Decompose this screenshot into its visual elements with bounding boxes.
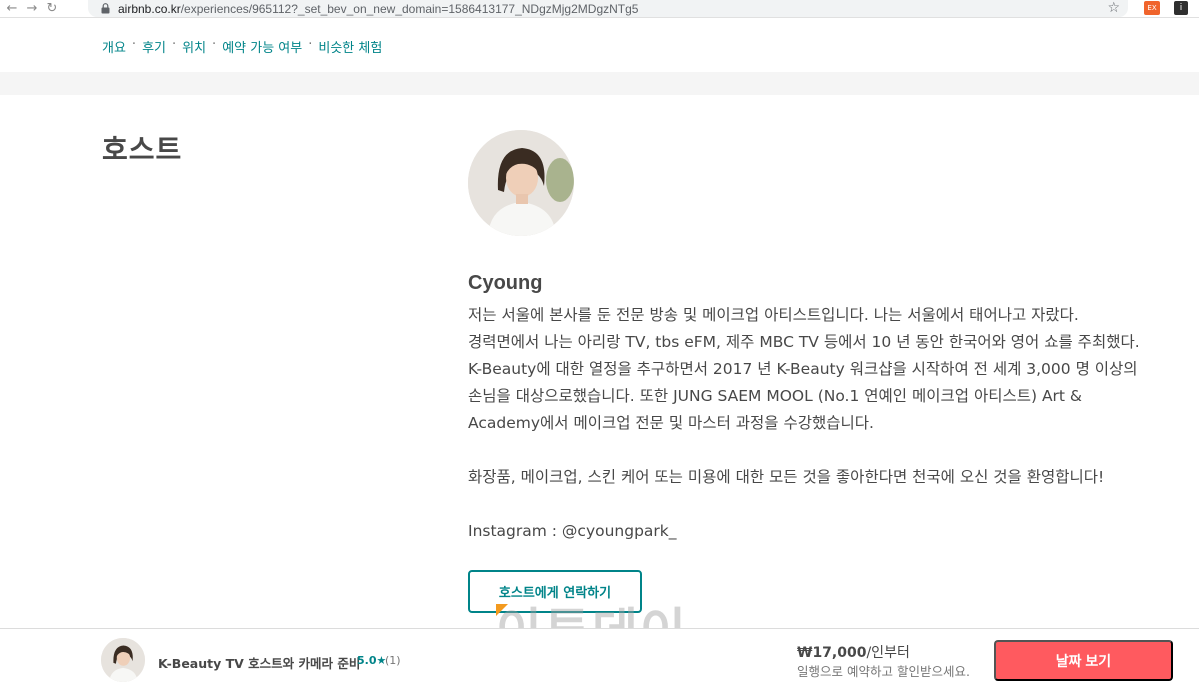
nav-separator: ·	[131, 37, 137, 52]
browser-toolbar: ← → ↻ airbnb.co.kr/experiences/965112?_s…	[0, 0, 1199, 18]
address-bar[interactable]: airbnb.co.kr/experiences/965112?_set_bev…	[88, 0, 1128, 17]
nav-link-location[interactable]: 위치	[182, 37, 206, 56]
review-count: (1)	[385, 654, 401, 667]
lock-icon	[96, 3, 114, 14]
nav-separator: ·	[212, 37, 217, 52]
nav-separator: ·	[171, 37, 177, 52]
nav-link-overview[interactable]: 개요	[102, 37, 126, 56]
bookmark-star-icon[interactable]: ☆	[1107, 0, 1120, 17]
forward-arrow-icon[interactable]: →	[22, 0, 42, 18]
nav-link-availability[interactable]: 예약 가능 여부	[222, 37, 302, 56]
host-section-title: 호스트	[102, 133, 183, 166]
section-nav: 개요 · 후기 · 위치 · 예약 가능 여부 · 비슷한 체험	[102, 37, 382, 56]
back-arrow-icon[interactable]: ←	[2, 0, 22, 18]
see-dates-button[interactable]: 날짜 보기	[994, 640, 1173, 681]
experience-thumbnail	[101, 638, 145, 682]
group-discount-note: 일행으로 예약하고 할인받으세요.	[797, 664, 970, 679]
bio-line: 경력면에서 나는 아리랑 TV, tbs eFM, 제주 MBC TV 등에서 …	[468, 333, 1140, 351]
rating: 5.0★	[357, 654, 387, 667]
url-domain: airbnb.co.kr	[118, 1, 181, 16]
experience-title: K-Beauty TV 호스트와 카메라 준비	[158, 656, 361, 671]
host-name: Cyoung	[468, 272, 543, 294]
booking-bar: K-Beauty TV 호스트와 카메라 준비 5.0★ (1) ₩17,000…	[0, 628, 1199, 685]
host-avatar[interactable]	[468, 130, 574, 236]
bio-line: K-Beauty에 대한 열정을 추구하면서 2017 년 K-Beauty 워…	[468, 360, 1138, 378]
host-bio: 저는 서울에 본사를 둔 전문 방송 및 메이크업 아티스트입니다. 나는 서울…	[468, 302, 1178, 545]
bio-line: 저는 서울에 본사를 둔 전문 방송 및 메이크업 아티스트입니다. 나는 서울…	[468, 306, 1079, 324]
price-amount: ₩17,000	[797, 645, 867, 661]
section-divider	[0, 72, 1199, 95]
bio-line: Academy에서 메이크업 전문 및 마스터 과정을 수강했습니다.	[468, 414, 874, 432]
url-text: airbnb.co.kr/experiences/965112?_set_bev…	[118, 2, 638, 16]
instagram-handle: Instagram : @cyoungpark_	[468, 522, 677, 540]
price-unit: /인부터	[866, 645, 910, 661]
extension-info-icon[interactable]: i	[1174, 1, 1188, 15]
nav-separator: ·	[308, 37, 313, 52]
url-path: /experiences/965112?_set_bev_on_new_doma…	[180, 1, 639, 16]
nav-link-reviews[interactable]: 후기	[142, 37, 166, 56]
nav-link-similar[interactable]: 비슷한 체험	[318, 37, 382, 56]
reload-icon[interactable]: ↻	[42, 0, 62, 18]
bio-line: 손님을 대상으로했습니다. 또한 JUNG SAEM MOOL (No.1 연예…	[468, 387, 1083, 405]
bio-paragraph-2: 화장품, 메이크업, 스킨 케어 또는 미용에 대한 모든 것을 좋아한다면 천…	[468, 468, 1105, 486]
price: ₩17,000/인부터	[797, 642, 910, 662]
extension-ex-icon[interactable]: EX	[1144, 1, 1160, 15]
